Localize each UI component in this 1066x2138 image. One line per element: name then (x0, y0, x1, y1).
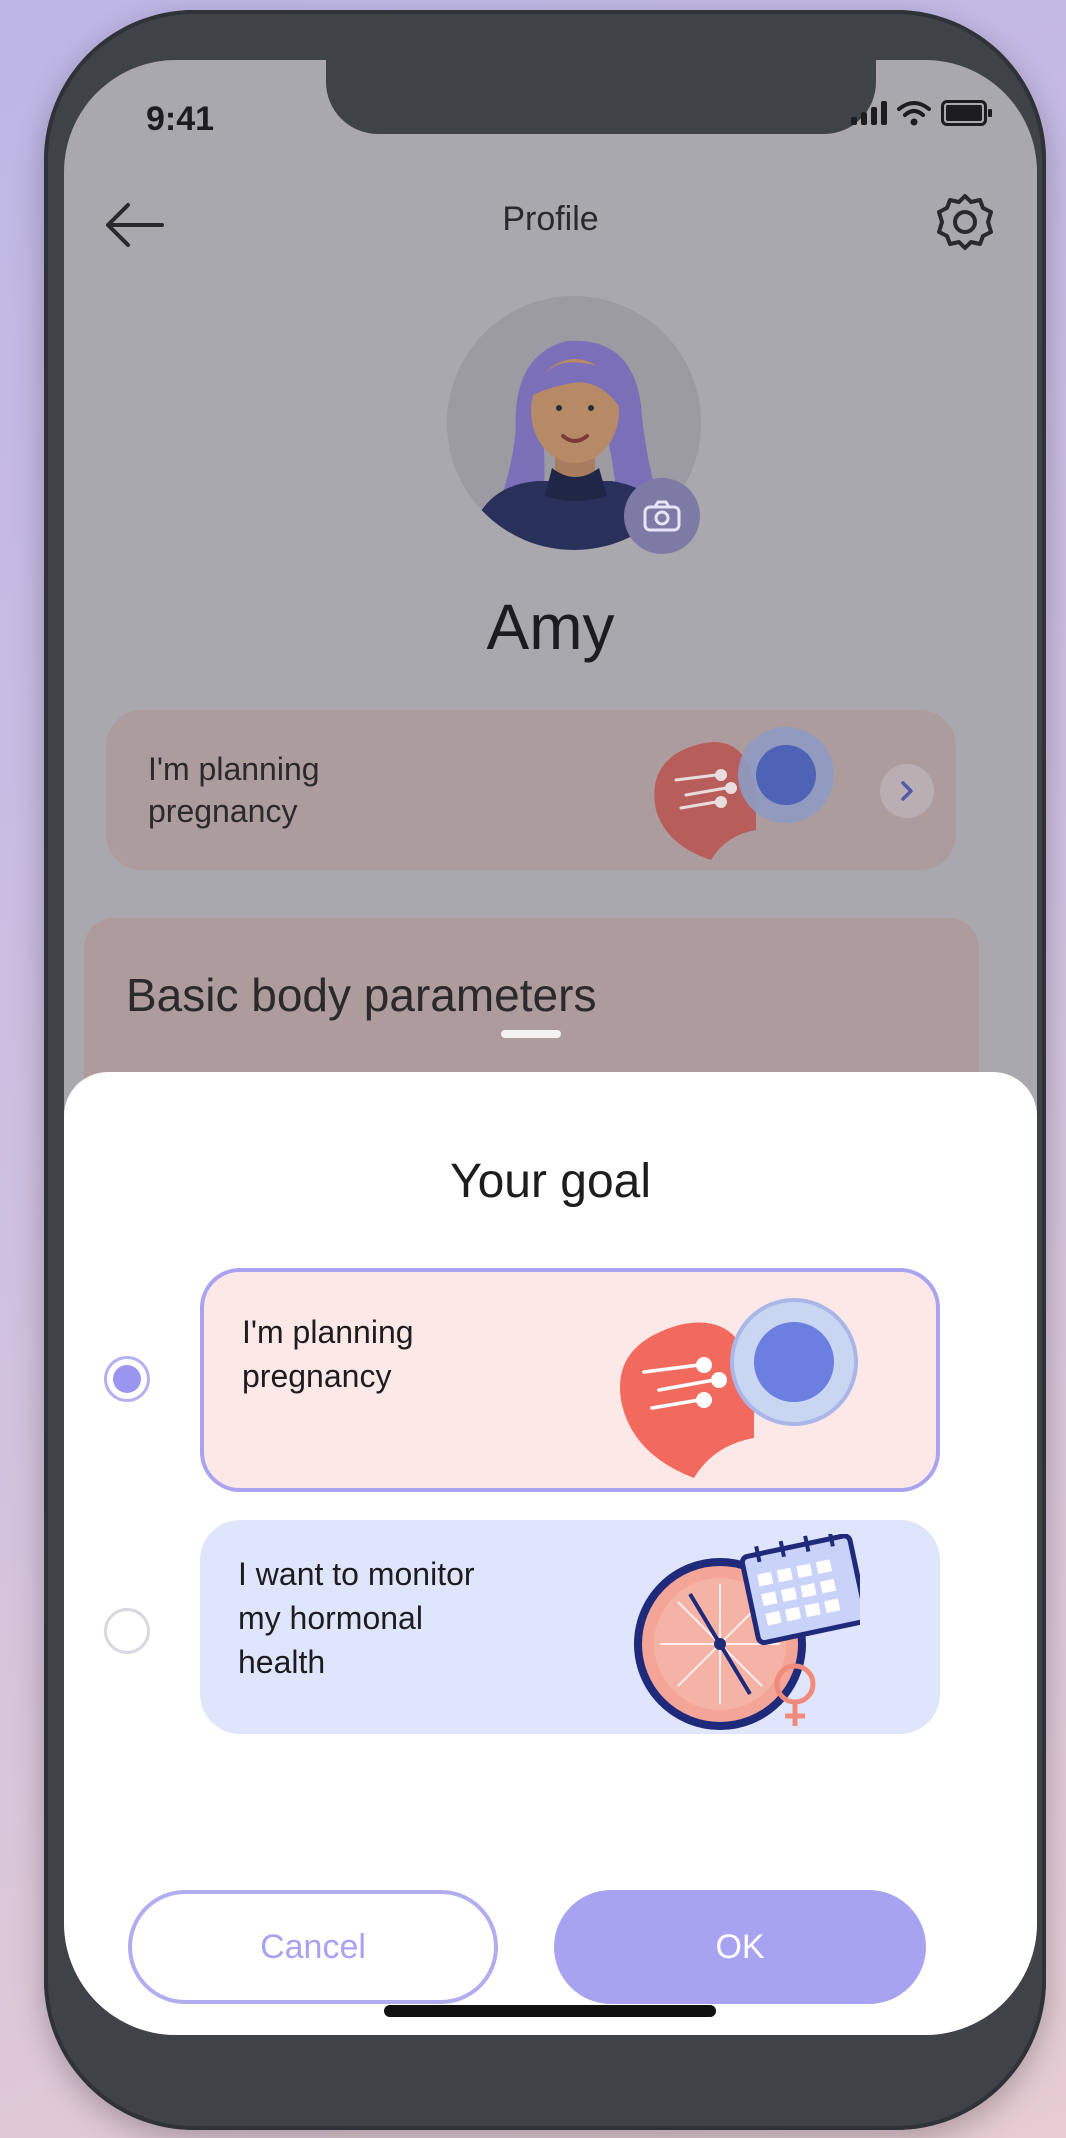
notch (326, 60, 876, 134)
goal-bottom-sheet: Your goal I'm planning pregnancy I want … (64, 1072, 1037, 2035)
option-pregnancy-line-2: pregnancy (242, 1358, 392, 1394)
profile-name: Amy (486, 591, 615, 663)
signal-icon (851, 101, 887, 125)
option-planning-pregnancy[interactable]: I'm planning pregnancy (200, 1268, 940, 1492)
hormonal-cycle-illustration (634, 1534, 860, 1730)
home-indicator (384, 2005, 716, 2017)
pregnancy-illustration (654, 727, 834, 860)
battery-icon (941, 100, 992, 126)
current-goal-line-2: pregnancy (148, 793, 298, 829)
option-monitor-hormonal-health[interactable]: I want to monitor my hormonal health (200, 1520, 940, 1734)
status-icons (851, 100, 992, 126)
app-screen: 9:41 Profile Amy I'm planning pregnancy … (64, 60, 1037, 2035)
chevron-right-icon (901, 781, 913, 801)
change-photo-button[interactable] (624, 478, 700, 554)
camera-icon (643, 500, 681, 532)
page-title: Profile (502, 200, 599, 238)
cancel-button[interactable]: Cancel (128, 1890, 498, 2004)
gear-icon[interactable] (933, 190, 997, 254)
current-goal-label: I'm planning pregnancy (148, 748, 320, 832)
pregnancy-illustration (619, 1298, 858, 1478)
ok-button[interactable]: OK (554, 1890, 926, 2004)
option-hormonal-line-1: I want to monitor (238, 1556, 475, 1592)
radio-planning-pregnancy[interactable] (104, 1356, 150, 1402)
option-pregnancy-label: I'm planning pregnancy (242, 1310, 414, 1398)
sheet-grabber[interactable] (501, 1030, 561, 1038)
radio-monitor-hormonal-health[interactable] (104, 1608, 150, 1654)
current-goal-line-1: I'm planning (148, 751, 320, 787)
option-hormonal-line-2: my hormonal (238, 1600, 423, 1636)
current-goal-card[interactable]: I'm planning pregnancy (106, 710, 956, 870)
option-hormonal-line-3: health (238, 1644, 326, 1680)
option-hormonal-label: I want to monitor my hormonal health (238, 1552, 475, 1684)
wifi-icon (897, 101, 931, 126)
sheet-title: Your goal (449, 1155, 652, 1208)
option-pregnancy-line-1: I'm planning (242, 1314, 414, 1350)
status-time: 9:41 (146, 100, 215, 138)
goal-chevron-button[interactable] (880, 764, 934, 818)
body-parameters-title: Basic body parameters (126, 969, 597, 1021)
